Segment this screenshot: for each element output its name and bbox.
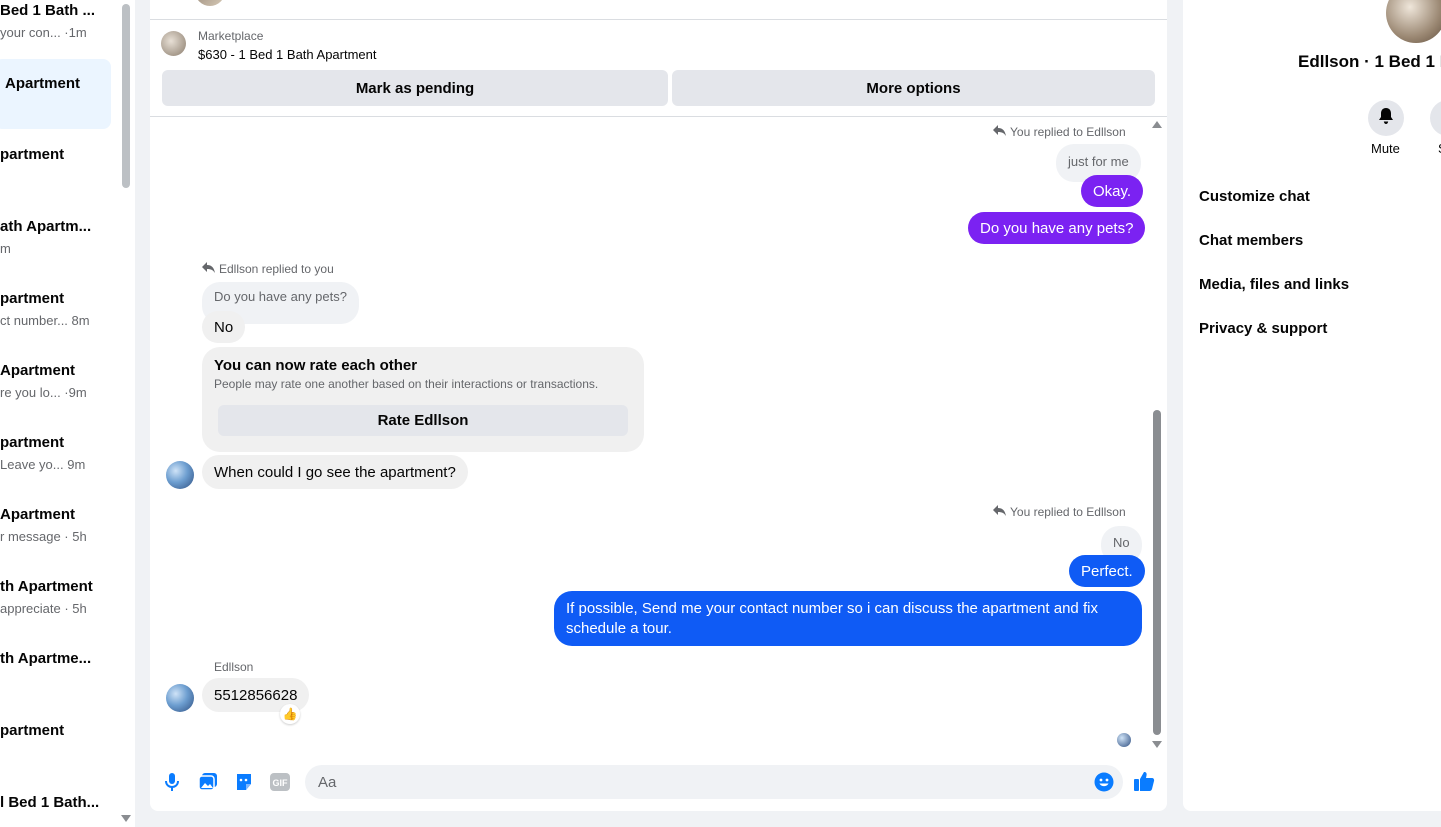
reply-indicator: Edllson replied to you — [202, 262, 334, 276]
message-bubble-mine[interactable]: Perfect. — [1069, 555, 1145, 587]
chat-panel: Marketplace $630 - 1 Bed 1 Bath Apartmen… — [150, 0, 1167, 811]
conversation-title: partment — [0, 722, 65, 739]
conversation-item[interactable]: Apartment re you lo... ·9m — [0, 362, 111, 432]
conversation-item[interactable]: ath Apartm... m — [0, 218, 111, 288]
conversation-snippet: r message · 5h — [0, 529, 87, 544]
gif-icon[interactable]: GIF — [269, 771, 291, 793]
scroll-down-arrow-icon[interactable] — [1152, 741, 1162, 748]
emoji-icon[interactable] — [1093, 771, 1115, 793]
conversation-item-active[interactable]: Apartment — [0, 59, 111, 129]
conversation-title: Bed 1 Bath ... — [0, 2, 96, 19]
contact-profile-avatar[interactable] — [1386, 0, 1441, 43]
conversation-snippet: m — [0, 241, 11, 256]
conversation-title: partment — [0, 146, 65, 163]
scroll-up-arrow-icon[interactable] — [1152, 121, 1162, 128]
bell-icon — [1378, 107, 1394, 130]
mark-as-pending-button[interactable]: Mark as pending — [162, 70, 668, 106]
conversation-title: th Apartment — [0, 578, 93, 595]
reply-arrow-icon — [993, 505, 1006, 519]
chat-header-avatar[interactable] — [195, 0, 225, 6]
chat-scrollbar[interactable] — [1153, 410, 1161, 735]
reply-indicator: You replied to Edllson — [993, 125, 1126, 139]
conversation-title: Apartment — [0, 506, 76, 523]
conversation-info-panel: Edllson · 1 Bed 1 Ba Mute S Customize ch… — [1183, 0, 1441, 811]
message-input[interactable] — [305, 765, 1123, 799]
media-files-links-item[interactable]: Media, files and links — [1199, 276, 1349, 293]
conversation-item[interactable]: Apartment r message · 5h — [0, 506, 111, 576]
message-list: You replied to Edllson just for me Okay.… — [150, 117, 1167, 757]
listing-title[interactable]: $630 - 1 Bed 1 Bath Apartment — [198, 47, 377, 62]
reply-note-text: Edllson replied to you — [219, 262, 334, 276]
conversation-item[interactable]: l Bed 1 Bath... — [0, 794, 111, 827]
contact-avatar[interactable] — [166, 461, 194, 489]
message-bubble-mine[interactable]: Okay. — [1081, 175, 1144, 207]
contact-profile-name: Edllson · 1 Bed 1 Ba — [1298, 52, 1441, 71]
conversation-list-scrollbar[interactable] — [122, 4, 130, 188]
rate-card: You can now rate each other People may r… — [202, 347, 644, 452]
message-bubble-theirs[interactable]: When could I go see the apartment? — [202, 455, 468, 489]
reply-note-text: You replied to Edllson — [1010, 125, 1126, 139]
conversation-item[interactable]: partment — [0, 146, 111, 216]
rate-card-description: People may rate one another based on the… — [214, 377, 599, 391]
conversation-snippet: ct number... 8m — [0, 313, 90, 328]
conversation-item[interactable]: th Apartme... — [0, 650, 111, 720]
message-bubble-mine[interactable]: If possible, Send me your contact number… — [554, 591, 1142, 646]
conversation-title: Apartment — [5, 75, 81, 92]
conversation-snippet: re you lo... ·9m — [0, 385, 87, 400]
svg-text:GIF: GIF — [273, 778, 289, 788]
customize-chat-item[interactable]: Customize chat — [1199, 188, 1310, 205]
gallery-icon[interactable] — [197, 771, 219, 793]
contact-avatar[interactable] — [166, 684, 194, 712]
scroll-down-arrow-icon[interactable] — [121, 815, 131, 822]
conversation-snippet: Leave yo... 9m — [0, 457, 86, 472]
reply-arrow-icon — [202, 262, 215, 276]
reply-note-text: You replied to Edllson — [1010, 505, 1126, 519]
message-bubble-theirs[interactable]: No — [202, 311, 246, 343]
rate-card-title: You can now rate each other — [214, 357, 418, 374]
privacy-support-item[interactable]: Privacy & support — [1199, 320, 1327, 337]
conversation-list: Bed 1 Bath ... your con... ·1m Apartment… — [0, 0, 135, 827]
like-icon[interactable] — [1133, 770, 1155, 792]
conversation-item[interactable]: partment Leave yo... 9m — [0, 434, 111, 504]
mute-label: Mute — [1371, 141, 1400, 156]
reply-arrow-icon — [993, 125, 1006, 139]
rate-button[interactable]: Rate Edllson — [218, 405, 628, 436]
conversation-title: th Apartme... — [0, 650, 92, 667]
conversation-title: l Bed 1 Bath... — [0, 794, 100, 811]
sticker-icon[interactable] — [233, 771, 255, 793]
conversation-item[interactable]: partment — [0, 722, 111, 792]
search-button[interactable] — [1430, 100, 1441, 136]
marketplace-label: Marketplace — [198, 29, 264, 43]
thumbs-up-reaction-icon[interactable]: 👍 — [280, 704, 300, 724]
mute-button[interactable] — [1368, 100, 1404, 136]
reply-indicator: You replied to Edllson — [993, 505, 1126, 519]
listing-thumbnail[interactable] — [161, 31, 186, 56]
more-options-button[interactable]: More options — [672, 70, 1155, 106]
conversation-item[interactable]: th Apartment appreciate · 5h — [0, 578, 111, 648]
conversation-snippet: your con... ·1m — [0, 25, 87, 40]
chat-members-item[interactable]: Chat members — [1199, 232, 1303, 249]
conversation-title: partment — [0, 434, 65, 451]
seen-indicator-avatar — [1117, 733, 1131, 747]
conversation-snippet: appreciate · 5h — [0, 601, 87, 616]
conversation-item[interactable]: partment ct number... 8m — [0, 290, 111, 360]
message-bubble-mine[interactable]: Do you have any pets? — [968, 212, 1146, 244]
conversation-title: partment — [0, 290, 65, 307]
conversation-title: Apartment — [0, 362, 76, 379]
microphone-icon[interactable] — [161, 771, 183, 793]
conversation-title: ath Apartm... — [0, 218, 92, 235]
divider — [150, 19, 1167, 20]
sender-name: Edllson — [214, 660, 254, 674]
